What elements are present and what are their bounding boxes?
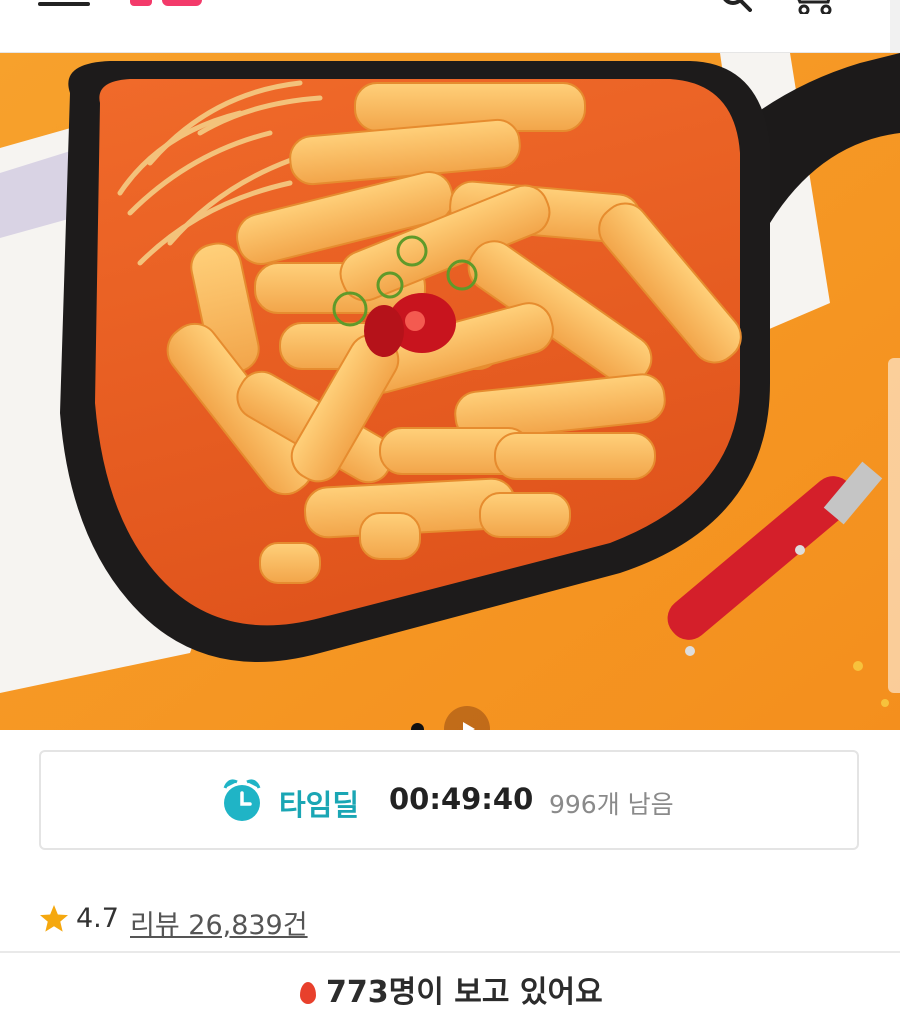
fire-icon bbox=[300, 982, 316, 1004]
hamburger-menu-icon[interactable] bbox=[38, 0, 94, 10]
viewers-text: 773명이 보고 있어요 bbox=[326, 975, 603, 1010]
alarm-clock-icon bbox=[223, 779, 261, 821]
top-app-bar bbox=[0, 0, 900, 53]
section-divider bbox=[0, 951, 900, 953]
side-scroll-handle[interactable] bbox=[888, 358, 900, 693]
time-deal-banner[interactable]: 타임딜 00:49:40 996개 남음 bbox=[39, 750, 859, 850]
review-count-link[interactable]: 리뷰 26,839건 bbox=[130, 903, 308, 942]
carousel-dot-icon[interactable] bbox=[411, 723, 424, 730]
time-deal-countdown: 00:49:40 bbox=[389, 782, 534, 816]
scrollbar-edge bbox=[890, 0, 900, 52]
viewers-banner: 773명이 보고 있어요 bbox=[300, 967, 603, 1011]
time-deal-remaining: 996개 남음 bbox=[549, 790, 674, 819]
cart-icon[interactable] bbox=[792, 0, 842, 14]
star-icon bbox=[40, 905, 68, 932]
product-hero-image[interactable] bbox=[0, 53, 900, 730]
product-photo-tteokbokki-icon bbox=[0, 53, 900, 730]
time-deal-label: 타임딜 bbox=[279, 788, 360, 822]
search-icon[interactable] bbox=[722, 0, 752, 12]
brand-logo[interactable] bbox=[130, 0, 206, 8]
rating-score: 4.7 bbox=[76, 903, 119, 934]
